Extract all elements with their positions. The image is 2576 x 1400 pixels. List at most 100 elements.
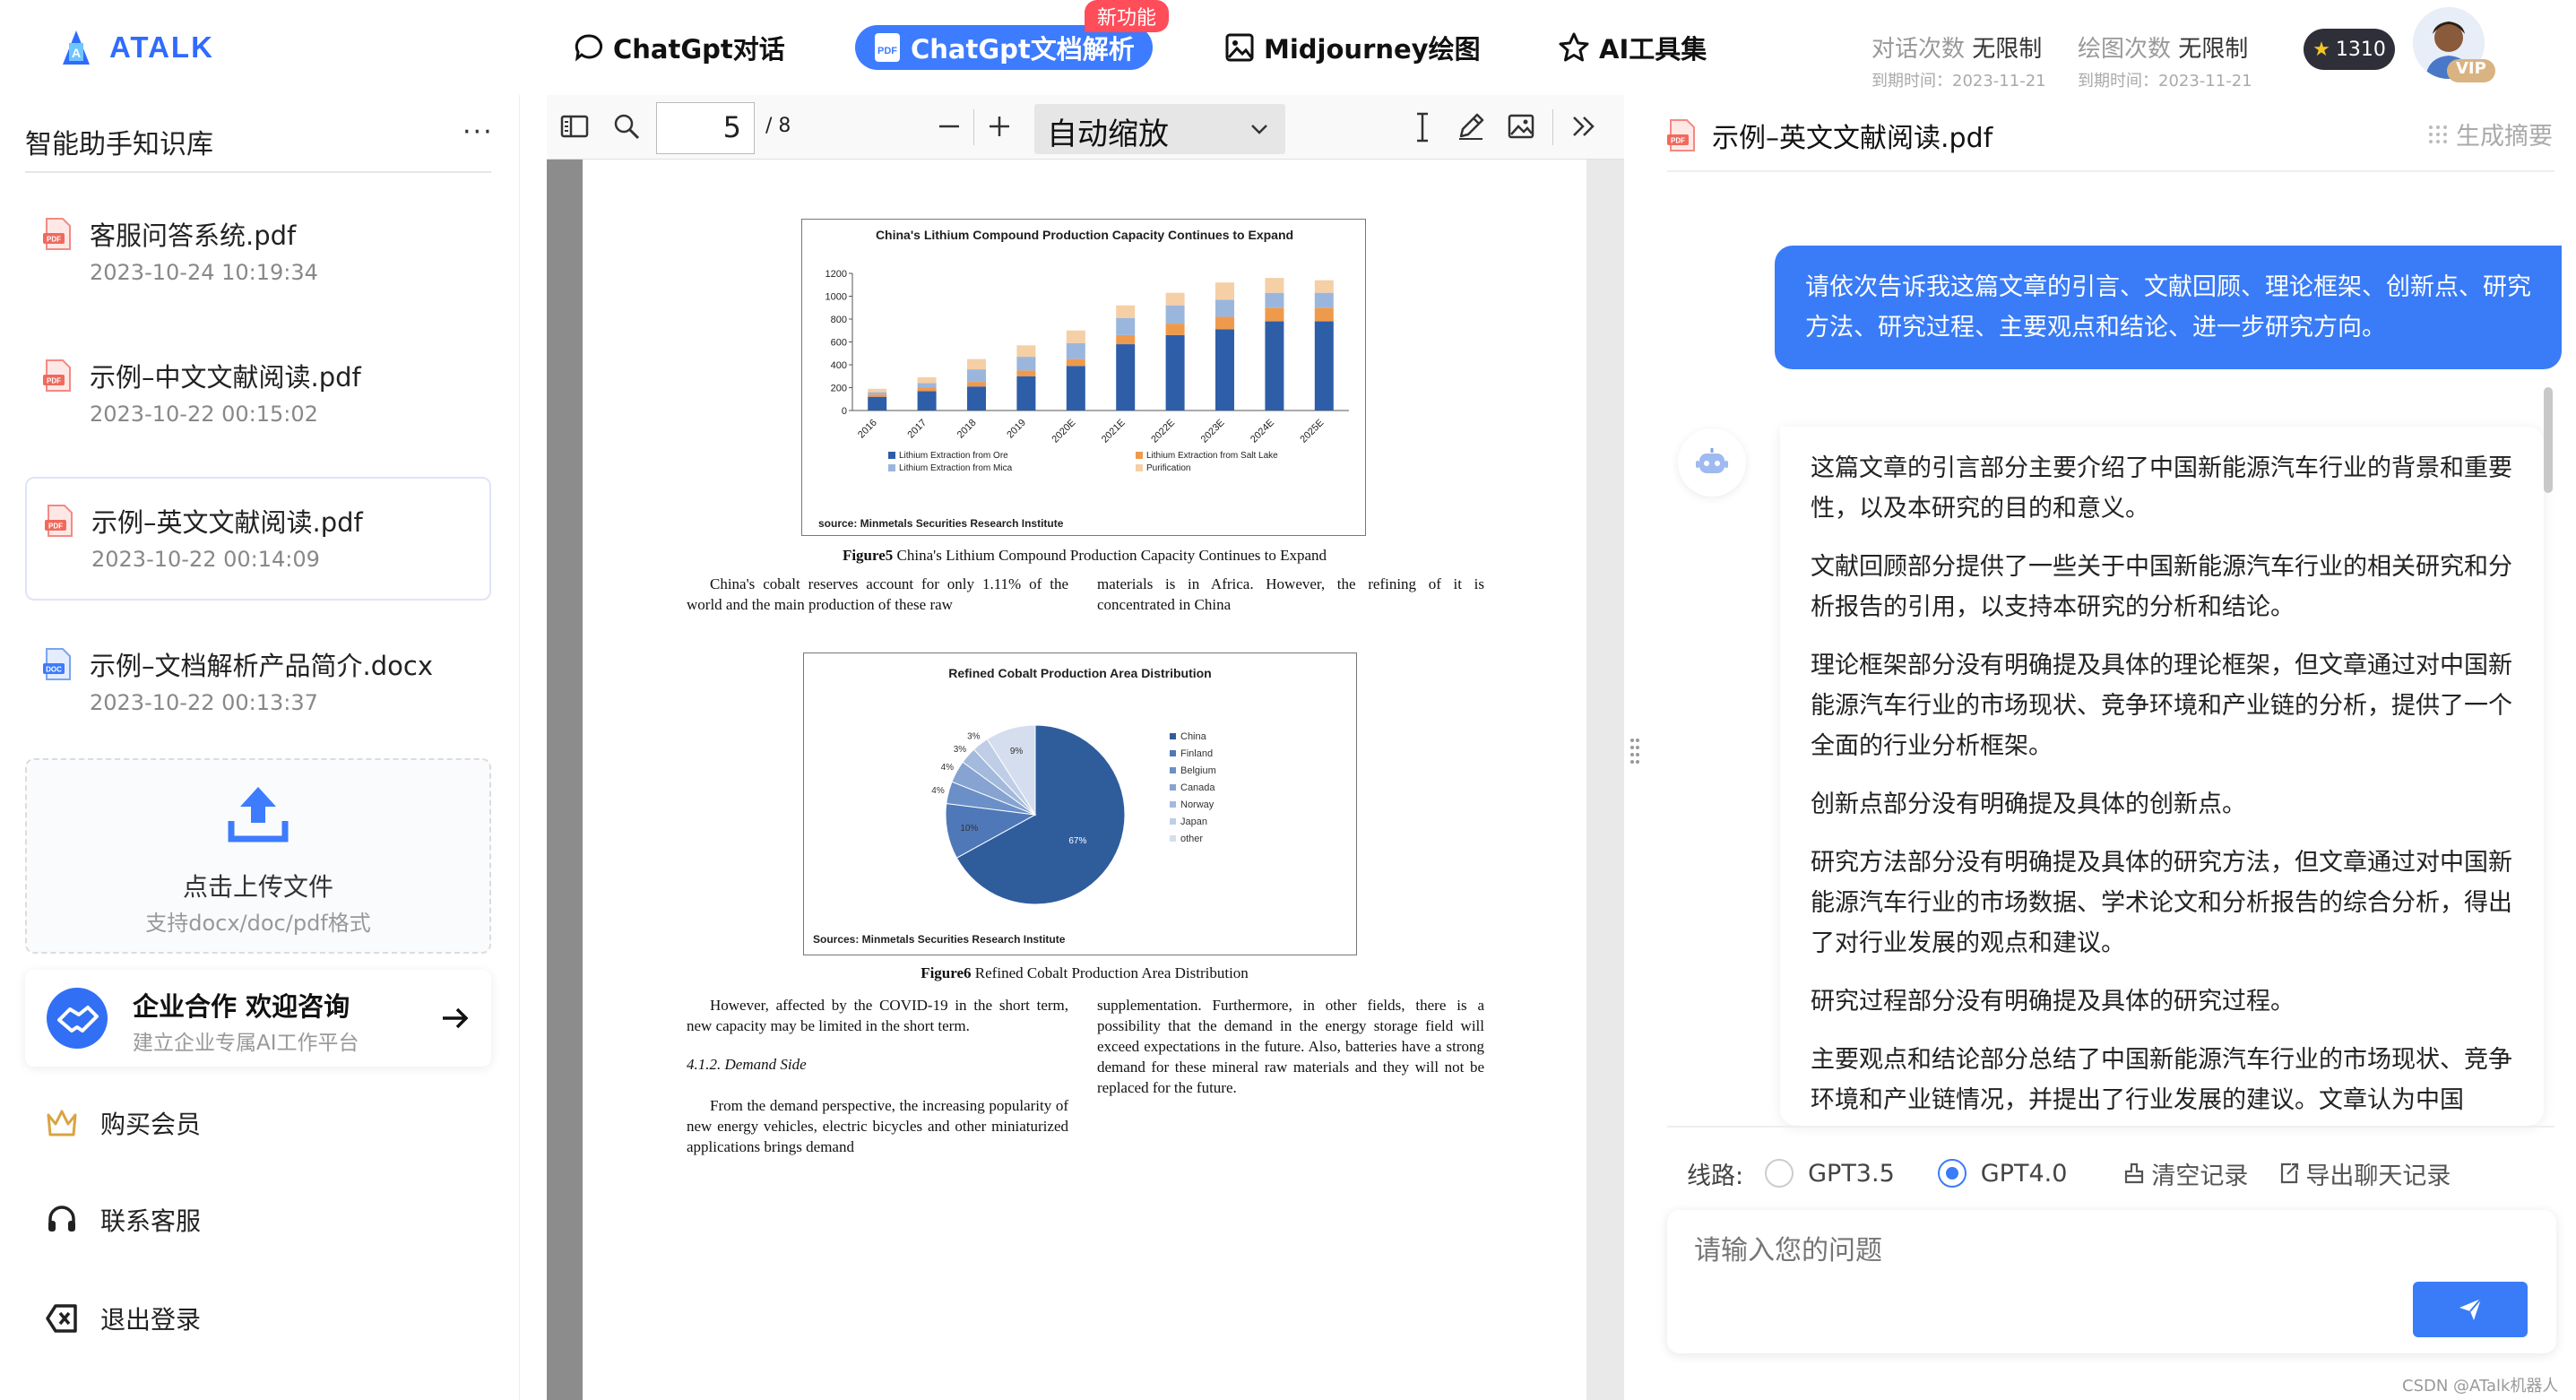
legend-swatch	[888, 452, 895, 459]
pdf-scroll-gutter[interactable]	[1586, 160, 1624, 1400]
bar-segment	[1116, 317, 1136, 335]
y-tick-label: 800	[831, 315, 847, 325]
top-navbar: A ATALK ChatGpt对话 PDF ChatGpt文档解析 新功能 Mi…	[0, 0, 2576, 95]
bar-segment	[1215, 299, 1234, 317]
bar-segment	[1016, 345, 1036, 358]
chat-quota: 对话次数 无限制	[1871, 30, 2042, 64]
bar-segment	[868, 396, 887, 410]
zoom-in-icon[interactable]	[984, 111, 1015, 142]
nav-chatgpt-chat[interactable]: ChatGpt对话	[574, 25, 785, 70]
upload-dropzone[interactable]: 点击上传文件 支持docx/doc/pdf格式	[25, 758, 491, 954]
nav-midjourney[interactable]: Midjourney绘图	[1224, 25, 1481, 70]
caption-text: Refined Cobalt Production Area Distribut…	[971, 964, 1249, 981]
chat-file-title: 示例–英文文献阅读.pdf	[1712, 123, 1993, 154]
pane-resize-handle[interactable]	[1624, 95, 1646, 1400]
bar-segment	[917, 387, 937, 392]
draw-quota: 绘图次数 无限制	[2078, 30, 2248, 64]
image-icon	[1225, 33, 1254, 62]
paragraph: From the demand perspective, the increas…	[687, 1097, 1068, 1155]
x-tick-label: 2025E	[1298, 418, 1326, 445]
enterprise-subtitle: 建立企业专属AI工作平台	[133, 1032, 359, 1055]
pdf-doc-icon: PDF	[875, 33, 900, 62]
slice-label: 10%	[960, 824, 978, 834]
zoom-select[interactable]: 自动缩放	[1034, 104, 1285, 154]
nav-label: Midjourney绘图	[1264, 34, 1481, 65]
menu-contact-support[interactable]: 联系客服	[45, 1197, 201, 1242]
y-tick-label: 1000	[826, 292, 847, 303]
bar-segment	[1165, 334, 1185, 410]
chat-quota-expire: 到期时间：2023-11-21	[1871, 72, 2046, 91]
bar-segment	[1016, 357, 1036, 371]
radio-gpt35[interactable]	[1765, 1159, 1794, 1188]
logo[interactable]: A ATALK	[56, 27, 214, 68]
file-name: 示例–中文文献阅读.pdf	[90, 362, 361, 393]
divider	[1667, 1126, 2554, 1128]
option-label[interactable]: GPT3.5	[1808, 1160, 1895, 1188]
points-badge[interactable]: ★ 1310	[2304, 29, 2395, 70]
file-item-selected[interactable]: PDF 示例–英文文献阅读.pdf 2023-10-22 00:14:09	[25, 477, 491, 601]
bar-segment	[1215, 282, 1234, 300]
pen-icon[interactable]	[1456, 111, 1486, 142]
arrow-right-icon	[443, 1007, 469, 1029]
quota-label: 绘图次数	[2078, 36, 2172, 63]
points-value: 1310	[2335, 38, 2386, 61]
file-date: 2023-10-22 00:15:02	[90, 402, 318, 427]
menu-buy-membership[interactable]: 购买会员	[45, 1101, 201, 1145]
x-tick-label: 2017	[905, 418, 929, 441]
chat-header: PDF 示例–英文文献阅读.pdf	[1667, 113, 1993, 158]
chat-scrollbar[interactable]	[2544, 387, 2553, 493]
slice-label: 9%	[1010, 747, 1024, 756]
legend-label: Lithium Extraction from Salt Lake	[1146, 451, 1278, 461]
legend-label: Lithium Extraction from Ore	[899, 451, 1008, 461]
file-item[interactable]: PDF 示例–中文文献阅读.pdf 2023-10-22 00:15:02	[25, 333, 491, 457]
legend-label: China	[1180, 731, 1207, 742]
zoom-out-icon[interactable]	[934, 111, 964, 142]
file-item[interactable]: DOC 示例–文档解析产品简介.docx 2023-10-22 00:13:37	[25, 622, 491, 746]
paragraph: However, affected by the COVID-19 in the…	[687, 997, 1068, 1034]
pie-chart: 67% 10% 4% 4% 3%3% 9% China Finland Belgium Canad…	[931, 724, 1216, 905]
quota-value: 无限制	[1972, 36, 2043, 63]
page-number-input[interactable]: 5	[656, 102, 755, 154]
nav-label: AI工具集	[1599, 34, 1707, 65]
file-date: 2023-10-22 00:13:37	[90, 690, 318, 715]
file-name: 客服问答系统.pdf	[90, 220, 297, 251]
y-tick-label: 1200	[826, 269, 847, 280]
more-options-button[interactable]: ···	[462, 117, 494, 148]
search-icon[interactable]	[611, 111, 642, 142]
bar-segment	[1314, 280, 1334, 293]
export-chat-button[interactable]: 导出聊天记录	[2278, 1156, 2451, 1191]
sidebar-toggle-icon[interactable]	[559, 111, 590, 142]
bar-segment	[1265, 321, 1284, 410]
chat-panel: PDF 示例–英文文献阅读.pdf 生成摘要 请依次告诉我这篇文章的引言、文献回…	[1646, 95, 2576, 1400]
nav-ai-tools[interactable]: AI工具集	[1558, 25, 1707, 70]
star-icon: ★	[2312, 38, 2330, 61]
menu-logout[interactable]: 退出登录	[45, 1296, 201, 1341]
chart-source: Sources: Minmetals Securities Research I…	[813, 933, 1066, 946]
insert-image-icon[interactable]	[1506, 111, 1536, 142]
export-label: 导出聊天记录	[2305, 1162, 2451, 1190]
broom-icon	[2125, 1162, 2144, 1184]
clear-history-button[interactable]: 清空记录	[2122, 1156, 2248, 1191]
legend-label: Purification	[1146, 463, 1190, 473]
sidebar: 智能助手知识库 ··· PDF 客服问答系统.pdf 2023-10-24 10…	[0, 95, 520, 1400]
option-label[interactable]: GPT4.0	[1981, 1160, 2068, 1188]
text-cursor-icon[interactable]	[1409, 111, 1436, 143]
bar-segment	[1066, 330, 1085, 343]
radio-gpt40[interactable]	[1937, 1159, 1967, 1188]
bar-chart: 0 200 400 600 800 1000 1200 2016 2017 2018 2019 202…	[826, 269, 1349, 473]
legend-swatch	[888, 464, 895, 471]
message-input[interactable]	[1694, 1228, 2429, 1273]
bar-segment	[1116, 305, 1136, 318]
file-item[interactable]: PDF 客服问答系统.pdf 2023-10-24 10:19:34	[25, 192, 491, 315]
drag-handle-icon	[1630, 739, 1639, 764]
slice-label: 67%	[1068, 836, 1086, 846]
send-button[interactable]	[2413, 1282, 2528, 1337]
generate-summary-button[interactable]: 生成摘要	[2427, 117, 2553, 151]
bar-segment	[1215, 329, 1234, 410]
double-chevron-right-icon[interactable]	[1569, 111, 1599, 142]
x-tick-label: 2023E	[1199, 418, 1227, 445]
legend-label: Norway	[1180, 799, 1215, 810]
route-label: 线路:	[1687, 1162, 1744, 1190]
bar-segment	[1265, 278, 1284, 293]
enterprise-banner[interactable]: 企业合作 欢迎咨询 建立企业专属AI工作平台	[25, 970, 491, 1067]
